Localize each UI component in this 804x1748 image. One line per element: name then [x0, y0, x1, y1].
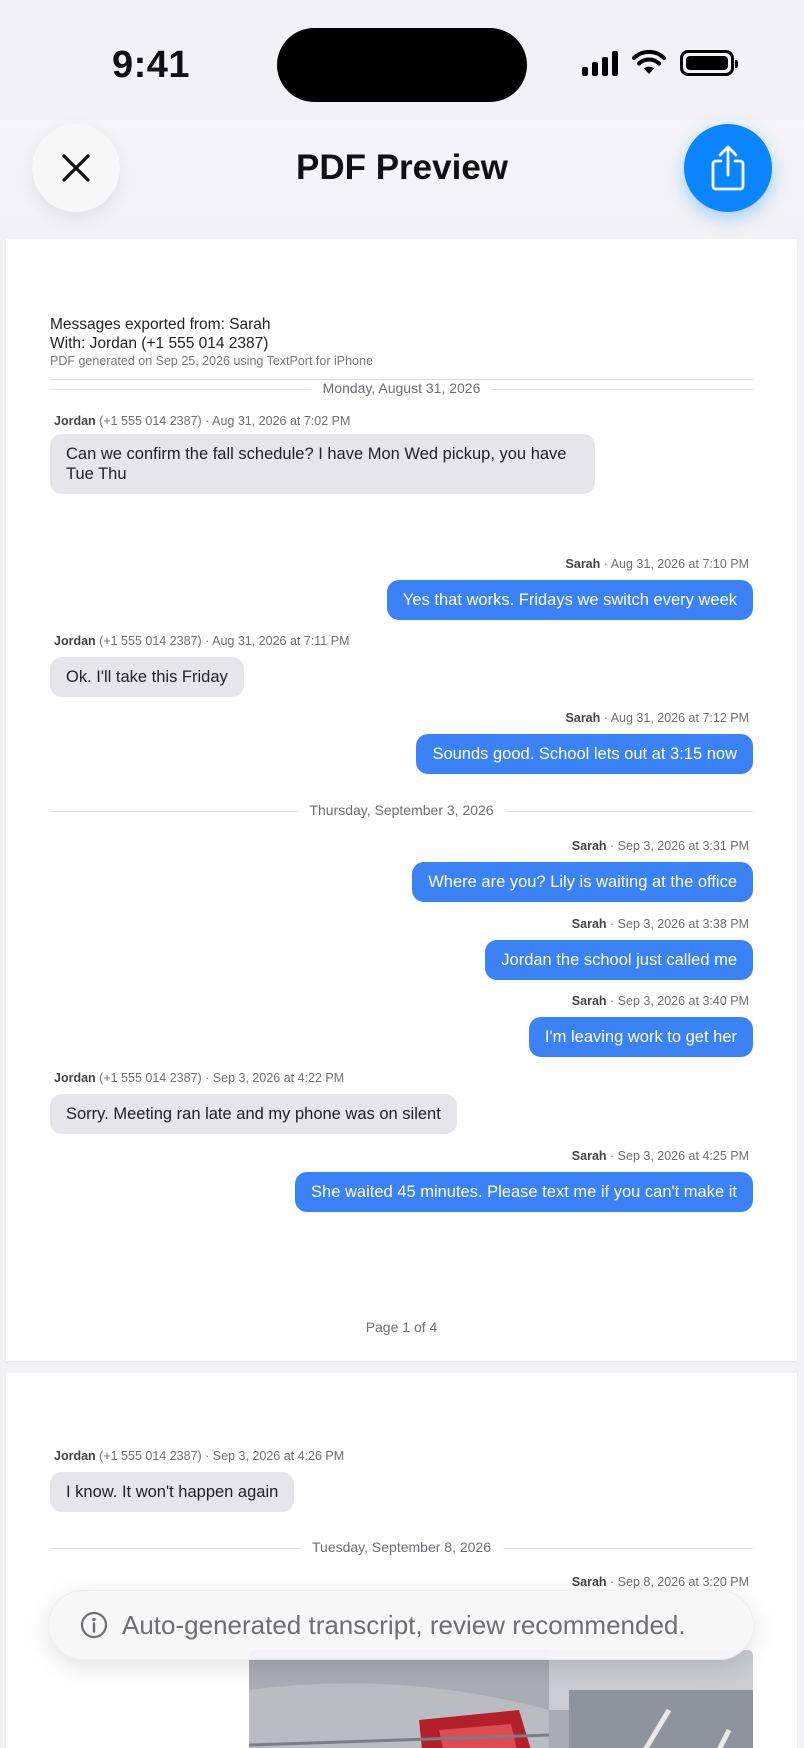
meta-with: With: Jordan (+1 555 014 2387) — [50, 335, 269, 352]
outgoing-message-bubble: Sounds good. School lets out at 3:15 now — [416, 734, 753, 774]
share-icon — [711, 145, 745, 191]
message-sender-line: Sarah · Sep 3, 2026 at 4:25 PM — [571, 1149, 749, 1163]
status-time: 9:41 — [112, 44, 191, 86]
pdf-page-2: Jordan (+1 555 014 2387) · Sep 3, 2026 a… — [6, 1373, 797, 1748]
message-sender-line: Jordan (+1 555 014 2387) · Sep 3, 2026 a… — [54, 1449, 345, 1463]
incoming-message-bubble: I know. It won't happen again — [50, 1472, 295, 1512]
outgoing-message-bubble: Where are you? Lily is waiting at the of… — [412, 862, 753, 902]
wifi-icon — [632, 50, 666, 74]
info-icon — [80, 1611, 108, 1639]
meta-generated: PDF generated on Sep 25, 2026 using Text… — [50, 354, 373, 368]
car-photo-image — [249, 1650, 753, 1748]
message-sender-line: Sarah · Sep 3, 2026 at 3:31 PM — [571, 839, 749, 853]
incoming-message-bubble: Can we confirm the fall schedule? I have… — [50, 434, 595, 494]
message-sender-line: Sarah · Aug 31, 2026 at 7:10 PM — [565, 557, 749, 571]
message-sender-line: Sarah · Aug 31, 2026 at 7:12 PM — [565, 711, 749, 725]
meta-exported-from: Messages exported from: Sarah — [50, 316, 271, 333]
nav-header: PDF Preview — [0, 120, 804, 235]
review-toast[interactable]: Auto-generated transcript, review recomm… — [48, 1590, 754, 1660]
incoming-message-bubble: Ok. I'll take this Friday — [50, 657, 244, 697]
pdf-preview-screen: 9:41 PDF Preview Messages exported from:… — [0, 0, 804, 1748]
message-sender-line: Jordan (+1 555 014 2387) · Aug 31, 2026 … — [54, 634, 350, 648]
outgoing-message-bubble: She waited 45 minutes. Please text me if… — [295, 1172, 753, 1212]
share-button[interactable] — [684, 124, 772, 212]
message-sender-line: Jordan (+1 555 014 2387) · Sep 3, 2026 a… — [54, 1071, 345, 1085]
battery-icon — [680, 50, 738, 76]
message-sender-line: Jordan (+1 555 014 2387) · Aug 31, 2026 … — [54, 414, 351, 428]
outgoing-message-bubble: I'm leaving work to get her — [528, 1017, 753, 1057]
toast-text: Auto-generated transcript, review recomm… — [122, 1609, 686, 1640]
outgoing-message-bubble: Jordan the school just called me — [485, 940, 753, 980]
export-meta: Messages exported from: Sarah With: Jord… — [50, 315, 753, 380]
cellular-signal-icon — [582, 50, 618, 76]
date-separator: Thursday, September 3, 2026 — [50, 801, 753, 821]
date-separator: Tuesday, September 8, 2026 — [50, 1538, 753, 1558]
pdf-page-1: Messages exported from: Sarah With: Jord… — [6, 239, 797, 1361]
message-sender-line: Sarah · Sep 3, 2026 at 3:38 PM — [571, 917, 749, 931]
message-sender-line: Sarah · Sep 3, 2026 at 3:40 PM — [571, 994, 749, 1008]
status-bar: 9:41 — [0, 0, 804, 120]
message-sender-line: Sarah · Sep 8, 2026 at 3:20 PM — [571, 1575, 749, 1589]
dynamic-island — [277, 28, 527, 102]
outgoing-message-bubble: Yes that works. Fridays we switch every … — [386, 580, 753, 620]
date-separator: Monday, August 31, 2026 — [50, 379, 753, 399]
page-number: Page 1 of 4 — [365, 1319, 438, 1335]
attached-photo[interactable] — [249, 1650, 753, 1748]
incoming-message-bubble: Sorry. Meeting ran late and my phone was… — [50, 1094, 457, 1134]
status-icons — [582, 50, 738, 76]
